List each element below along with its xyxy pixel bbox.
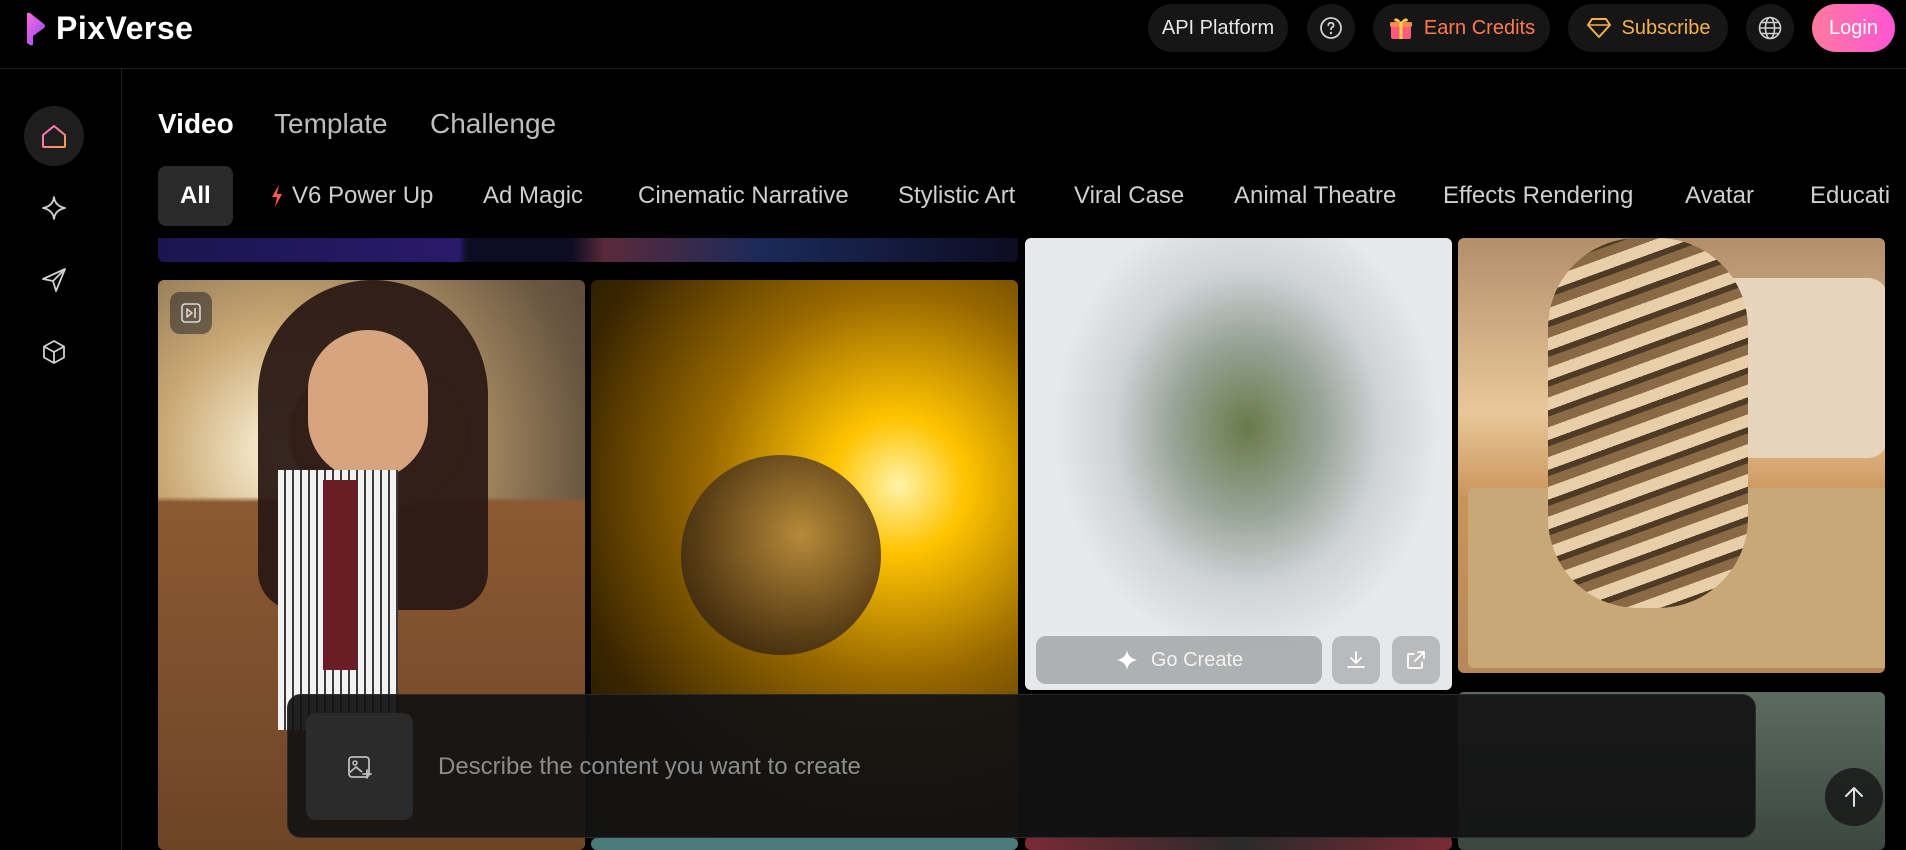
language-button[interactable]	[1746, 4, 1794, 52]
subscribe-button[interactable]: Subscribe	[1568, 4, 1728, 52]
image-upload-button[interactable]	[306, 713, 413, 820]
diamond-icon	[1586, 18, 1611, 38]
help-button[interactable]	[1307, 4, 1355, 52]
video-frame-icon	[181, 303, 201, 323]
download-icon	[1347, 651, 1365, 668]
category-effects-rendering[interactable]: Effects Rendering	[1443, 166, 1633, 226]
tab-video[interactable]: Video	[158, 108, 234, 140]
category-v6-power-up[interactable]: V6 Power Up	[270, 166, 433, 226]
sidebar	[0, 69, 122, 850]
category-all[interactable]: All	[158, 166, 233, 226]
card-image-tie	[323, 480, 357, 670]
card-image-face	[308, 330, 428, 480]
go-create-label: Go Create	[1150, 648, 1244, 671]
sidebar-item-home[interactable]	[24, 106, 84, 166]
question-circle-icon	[1320, 17, 1342, 39]
gallery-card-glass-sphere[interactable]: Go Create	[1025, 238, 1452, 690]
scroll-to-top-button[interactable]	[1825, 768, 1883, 826]
gift-icon	[1389, 18, 1412, 39]
arrow-up-icon	[1845, 787, 1863, 807]
pixverse-logo-icon	[27, 12, 45, 45]
prompt-bar[interactable]: Describe the content you want to create	[287, 694, 1756, 838]
category-label: Stylistic Art	[898, 182, 1016, 209]
tab-challenge[interactable]: Challenge	[430, 108, 556, 140]
gallery-card-partial-bottom[interactable]	[1025, 836, 1452, 850]
category-education[interactable]: Educati	[1810, 166, 1890, 226]
gallery-card-partial[interactable]	[158, 238, 1018, 262]
video-badge	[170, 292, 212, 334]
category-cinematic-narrative[interactable]: Cinematic Narrative	[638, 166, 849, 226]
send-icon	[42, 268, 66, 292]
category-ad-magic[interactable]: Ad Magic	[483, 166, 583, 226]
card-image-astronaut	[681, 455, 881, 655]
earn-credits-button[interactable]: Earn Credits	[1373, 4, 1550, 52]
category-avatar[interactable]: Avatar	[1685, 166, 1754, 226]
globe-icon	[1758, 16, 1782, 40]
earn-credits-label: Earn Credits	[1423, 16, 1536, 39]
subscribe-label: Subscribe	[1621, 16, 1711, 39]
prompt-input[interactable]: Describe the content you want to create	[438, 753, 861, 781]
share-button[interactable]	[1392, 636, 1440, 684]
tab-template[interactable]: Template	[274, 108, 388, 140]
cube-icon	[43, 340, 65, 364]
login-label: Login	[1829, 16, 1878, 39]
category-label: Animal Theatre	[1234, 182, 1397, 209]
gallery-card-partial-bottom[interactable]	[591, 838, 1018, 850]
category-label: Ad Magic	[483, 182, 584, 209]
category-bar: All V6 Power Up Ad Magic Cinematic Narra…	[158, 166, 1906, 226]
category-viral-case[interactable]: Viral Case	[1074, 166, 1184, 226]
add-image-icon	[347, 755, 372, 779]
category-stylistic-art[interactable]: Stylistic Art	[898, 166, 1015, 226]
external-link-icon	[1407, 651, 1425, 669]
category-label: Educati	[1810, 182, 1891, 209]
sidebar-item-publish[interactable]	[24, 250, 84, 310]
category-label: Viral Case	[1074, 182, 1185, 209]
category-animal-theatre[interactable]: Animal Theatre	[1234, 166, 1396, 226]
sparkle-icon	[1116, 650, 1137, 670]
sparkle-icon	[42, 196, 66, 220]
api-platform-label: API Platform	[1161, 16, 1275, 39]
api-platform-button[interactable]: API Platform	[1148, 4, 1288, 52]
lightning-icon	[272, 185, 282, 207]
top-header: PixVerse API Platform Earn Credits Subsc…	[0, 0, 1906, 69]
category-label: Cinematic Narrative	[638, 182, 849, 209]
home-icon	[42, 125, 66, 148]
category-label: V6 Power Up	[292, 182, 434, 209]
card-image-cat	[1548, 238, 1748, 608]
category-label: Avatar	[1685, 182, 1754, 209]
brand-logo[interactable]: PixVerse	[24, 10, 193, 47]
gallery-card-dancing-cat[interactable]	[1458, 238, 1885, 673]
login-button[interactable]: Login	[1812, 4, 1895, 52]
category-label: All	[180, 182, 211, 209]
category-label: Effects Rendering	[1443, 182, 1634, 209]
sidebar-item-create[interactable]	[24, 178, 84, 238]
sidebar-item-assets[interactable]	[24, 322, 84, 382]
download-button[interactable]	[1332, 636, 1380, 684]
brand-name: PixVerse	[56, 10, 194, 46]
go-create-button[interactable]: Go Create	[1036, 636, 1322, 684]
